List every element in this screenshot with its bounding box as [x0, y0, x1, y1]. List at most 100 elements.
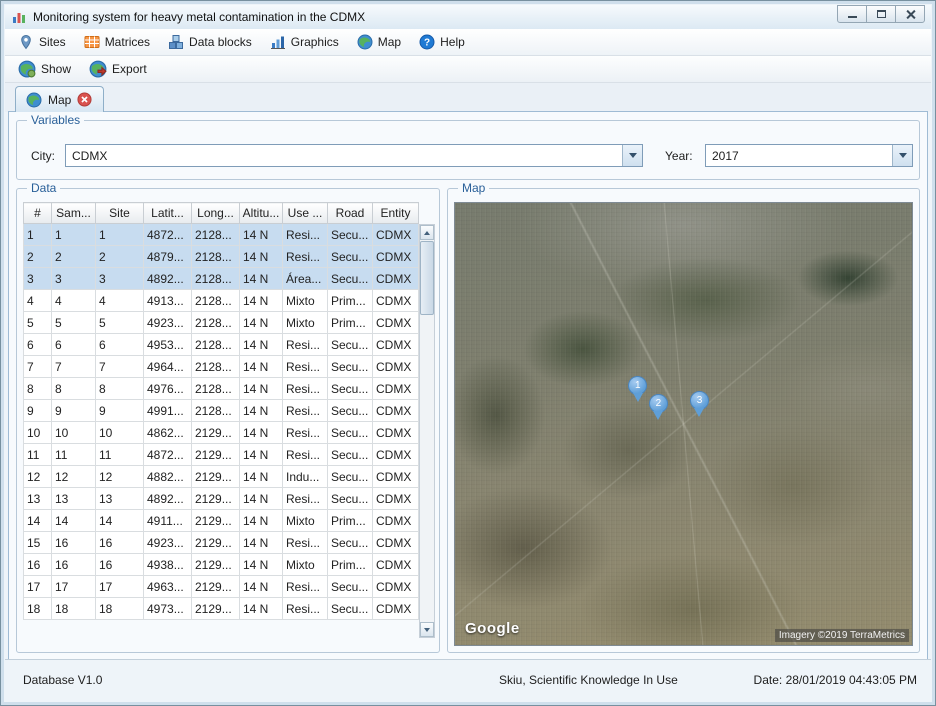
table-cell: CDMX — [373, 356, 419, 378]
column-header[interactable]: Sam... — [52, 203, 96, 224]
table-cell: Indu... — [283, 466, 328, 488]
column-header[interactable]: Long... — [192, 203, 240, 224]
menu-sites[interactable]: Sites — [9, 31, 75, 53]
tab-map[interactable]: Map — [15, 86, 104, 112]
table-row[interactable]: 1516164923...2129...14 NResi...Secu...CD… — [24, 532, 419, 554]
app-icon — [11, 9, 27, 25]
table-cell: 14 N — [240, 356, 283, 378]
variables-group-title: Variables — [27, 113, 84, 127]
sites-icon — [18, 34, 34, 50]
table-row[interactable]: 1114872...2128...14 NResi...Secu...CDMX — [24, 224, 419, 246]
year-combobox[interactable]: 2017 — [705, 144, 913, 167]
minimize-button[interactable] — [837, 5, 867, 23]
table-row[interactable]: 1414144911...2129...14 NMixtoPrim...CDMX — [24, 510, 419, 532]
table-cell: 14 N — [240, 400, 283, 422]
scroll-thumb[interactable] — [420, 241, 434, 315]
chevron-down-icon — [629, 153, 637, 162]
city-combobox[interactable]: CDMX — [65, 144, 643, 167]
table-row[interactable]: 1616164938...2129...14 NMixtoPrim...CDMX — [24, 554, 419, 576]
window-controls — [838, 5, 925, 23]
table-cell: Resi... — [283, 400, 328, 422]
map-pin-2[interactable]: 2 — [648, 394, 668, 420]
table-cell: 2129... — [192, 598, 240, 620]
variables-group: Variables City: CDMX Year: 2017 — [16, 120, 920, 180]
table-row[interactable]: 6664953...2128...14 NResi...Secu...CDMX — [24, 334, 419, 356]
table-cell: 4976... — [144, 378, 192, 400]
column-header[interactable]: # — [24, 203, 52, 224]
export-button[interactable]: Export — [80, 57, 156, 81]
tab-close-icon[interactable] — [77, 92, 93, 108]
scroll-down-button[interactable] — [420, 622, 434, 637]
table-cell: 2129... — [192, 576, 240, 598]
scroll-up-button[interactable] — [420, 225, 434, 240]
table-body: 1114872...2128...14 NResi...Secu...CDMX2… — [24, 224, 419, 620]
table-cell: 4963... — [144, 576, 192, 598]
menu-help[interactable]: ? Help — [410, 31, 474, 53]
city-label: City: — [31, 149, 55, 163]
table-cell: 13 — [96, 488, 144, 510]
column-header[interactable]: Entity — [373, 203, 419, 224]
column-header[interactable]: Altitu... — [240, 203, 283, 224]
table-row[interactable]: 4444913...2128...14 NMixtoPrim...CDMX — [24, 290, 419, 312]
menu-data-blocks[interactable]: Data blocks — [159, 31, 261, 53]
table-cell: 14 N — [240, 598, 283, 620]
table-cell: 4923... — [144, 312, 192, 334]
table-cell: 2128... — [192, 224, 240, 246]
table-row[interactable]: 1111114872...2129...14 NResi...Secu...CD… — [24, 444, 419, 466]
close-button[interactable] — [895, 5, 925, 23]
titlebar[interactable]: Monitoring system for heavy metal contam… — [5, 5, 931, 29]
table-cell: 4913... — [144, 290, 192, 312]
table-cell: 2128... — [192, 246, 240, 268]
table-row[interactable]: 3334892...2128...14 NÁrea...Secu...CDMX — [24, 268, 419, 290]
table-row[interactable]: 1212124882...2129...14 NIndu...Secu...CD… — [24, 466, 419, 488]
menubar: Sites Matrices Data blocks Graphics Map — [5, 29, 931, 56]
table-row[interactable]: 1818184973...2129...14 NResi...Secu...CD… — [24, 598, 419, 620]
column-header[interactable]: Road — [328, 203, 373, 224]
tabbar: Map — [5, 83, 931, 112]
column-header[interactable]: Latit... — [144, 203, 192, 224]
map-canvas[interactable]: 1 2 3 Google Imagery ©2019 TerraMetrics — [454, 202, 913, 646]
city-dropdown-button[interactable] — [622, 145, 642, 166]
table-cell: 2128... — [192, 334, 240, 356]
table-cell: Secu... — [328, 378, 373, 400]
table-cell: Resi... — [283, 246, 328, 268]
table-cell: CDMX — [373, 246, 419, 268]
table-cell: CDMX — [373, 422, 419, 444]
table-cell: 2129... — [192, 510, 240, 532]
close-icon — [905, 9, 916, 20]
table-row[interactable]: 7774964...2128...14 NResi...Secu...CDMX — [24, 356, 419, 378]
column-header[interactable]: Use ... — [283, 203, 328, 224]
table-row[interactable]: 2224879...2128...14 NResi...Secu...CDMX — [24, 246, 419, 268]
table-row[interactable]: 1313134892...2129...14 NResi...Secu...CD… — [24, 488, 419, 510]
show-button[interactable]: Show — [9, 57, 80, 81]
table-scrollbar[interactable] — [419, 224, 435, 638]
table-row[interactable]: 5554923...2128...14 NMixtoPrim...CDMX — [24, 312, 419, 334]
data-table: #Sam...SiteLatit...Long...Altitu...Use .… — [23, 202, 419, 620]
table-cell: 4882... — [144, 466, 192, 488]
map-pin-3[interactable]: 3 — [689, 391, 709, 417]
table-row[interactable]: 1717174963...2129...14 NResi...Secu...CD… — [24, 576, 419, 598]
table-header-row: #Sam...SiteLatit...Long...Altitu...Use .… — [24, 203, 419, 224]
table-row[interactable]: 8884976...2128...14 NResi...Secu...CDMX — [24, 378, 419, 400]
statusbar: Database V1.0 Skiu, Scientific Knowledge… — [5, 659, 931, 701]
table-row[interactable]: 9994991...2128...14 NResi...Secu...CDMX — [24, 400, 419, 422]
content-panel: Variables City: CDMX Year: 2017 Data — [8, 111, 928, 660]
table-cell: 4872... — [144, 444, 192, 466]
map-pin-1[interactable]: 1 — [628, 376, 648, 402]
table-row[interactable]: 1010104862...2129...14 NResi...Secu...CD… — [24, 422, 419, 444]
maximize-button[interactable] — [866, 5, 896, 23]
table-cell: CDMX — [373, 290, 419, 312]
menu-matrices[interactable]: Matrices — [75, 31, 159, 53]
column-header[interactable]: Site — [96, 203, 144, 224]
table-cell: 4973... — [144, 598, 192, 620]
menu-map[interactable]: Map — [348, 31, 410, 53]
menu-graphics[interactable]: Graphics — [261, 31, 348, 53]
table-cell: 2129... — [192, 554, 240, 576]
table-cell: 14 N — [240, 246, 283, 268]
table-cell: Prim... — [328, 312, 373, 334]
table-cell: Secu... — [328, 444, 373, 466]
table-cell: 17 — [96, 576, 144, 598]
map-group: Map 1 2 3 Google Imagery ©2019 TerraMetr… — [447, 188, 920, 653]
year-dropdown-button[interactable] — [892, 145, 912, 166]
city-value: CDMX — [66, 149, 622, 163]
